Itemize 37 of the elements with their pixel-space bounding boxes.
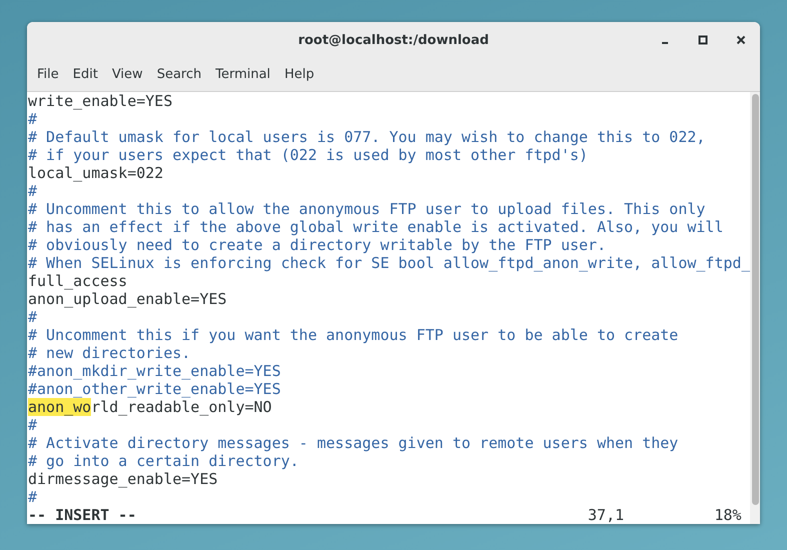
close-icon[interactable] [736, 35, 746, 45]
code-line: # [28, 308, 38, 326]
code-line: # if your users expect that (022 is used by most other ftpd's) [28, 146, 589, 164]
menu-item[interactable]: View [104, 63, 150, 86]
code-line: # Uncomment this if you want the anonymous FTP user to be able to create [28, 326, 680, 344]
code-line: # new directories. [28, 344, 192, 362]
code-line: # When SELinux is enforcing check for SE bool allow_ftpd_anon_write, allow_ftpd_ [28, 254, 750, 272]
menu-item[interactable]: File [30, 63, 66, 86]
code-line: # [28, 182, 38, 200]
code-line: # obviously need to create a directory writable by the FTP user. [28, 236, 607, 254]
code-line: #anon_other_write_enable=YES [28, 380, 282, 398]
code-line: # Activate directory messages - messages given to remote users when they [28, 434, 680, 452]
editor-mode: -- INSERT -- [28, 506, 138, 524]
menu-item[interactable]: Terminal [208, 63, 278, 86]
code-line: write_enable=YES [28, 92, 174, 110]
maximize-icon[interactable] [698, 35, 708, 45]
code-line: # [28, 110, 38, 128]
code-line: dirmessage_enable=YES [28, 470, 219, 488]
code-line: # [28, 416, 38, 434]
cursor-position: 37,1 [588, 506, 626, 524]
menu-item[interactable]: Edit [66, 63, 105, 86]
code-line: anon_upload_enable=YES [28, 290, 228, 308]
code-line: full_access [28, 272, 128, 290]
menu-item[interactable]: Help [277, 63, 322, 86]
code-line: anon_world_readable_only=NO [28, 398, 273, 416]
scroll-percent: 18% [714, 506, 742, 524]
code-line: local_umask=022 [28, 164, 164, 182]
code-line: # has an effect if the above global write enable is activated. Also, you will [28, 218, 724, 236]
scrollbar[interactable] [750, 92, 760, 524]
code-line: # go into a certain directory. [28, 452, 300, 470]
code-line: #anon_mkdir_write_enable=YES [28, 362, 282, 380]
code-line: # Default umask for local users is 077. You may wish to change this to 022, [28, 128, 706, 146]
window-title: root@localhost:/download [298, 32, 489, 48]
code-line: # [28, 488, 38, 506]
scrollbar-thumb[interactable] [752, 94, 760, 505]
menu-item[interactable]: Search [150, 63, 208, 86]
code-line: # Uncomment this to allow the anonymous FTP user to upload files. This only [28, 200, 706, 218]
